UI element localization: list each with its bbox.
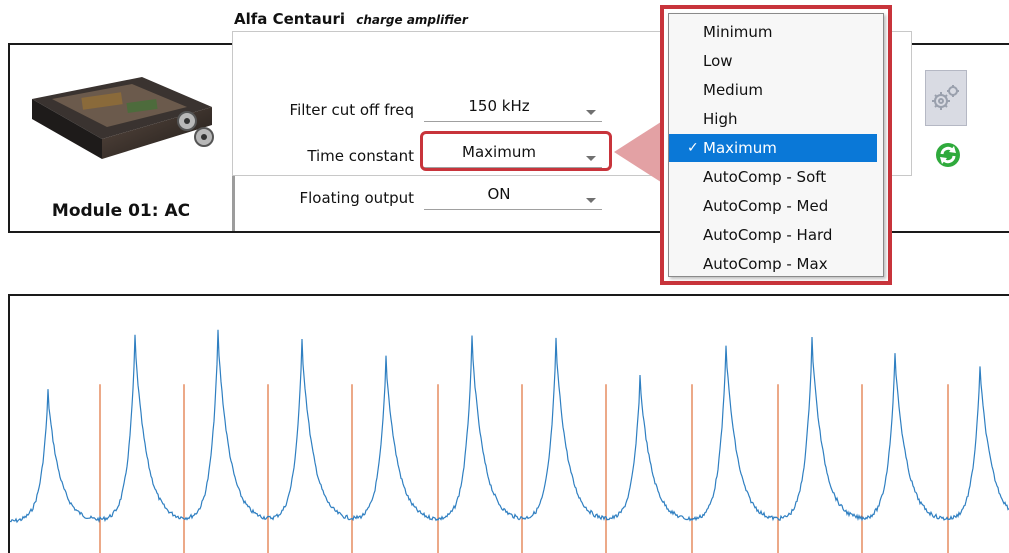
check-icon: ✓: [687, 140, 699, 156]
module-title: Module 01: AC: [51, 201, 191, 221]
dropdown-item-label: AutoComp - Max: [703, 255, 828, 273]
dropdown-item-label: Maximum: [703, 139, 777, 157]
device-area: Module 01: AC: [10, 45, 232, 231]
side-tools: [913, 70, 973, 180]
dropdown-item-maximum[interactable]: ✓ Maximum: [669, 134, 877, 162]
dropdown-item-label: AutoComp - Soft: [703, 168, 827, 186]
callout-arrow: [614, 120, 664, 184]
time-constant-dropdown: Minimum Low Medium High ✓ Maximum AutoCo…: [660, 5, 892, 285]
dropdown-item-autocomp-med[interactable]: AutoComp - Med: [669, 192, 883, 220]
filter-cutoff-value: 150 kHz: [468, 97, 530, 115]
chevron-down-icon: [586, 156, 596, 161]
floating-output-select[interactable]: ON: [424, 185, 602, 210]
box-subtitle: charge amplifier: [356, 13, 468, 27]
time-constant-value: Maximum: [462, 143, 536, 161]
refresh-icon[interactable]: [935, 142, 961, 168]
dropdown-list: Minimum Low Medium High ✓ Maximum AutoCo…: [668, 13, 884, 277]
chevron-down-icon: [586, 110, 596, 115]
floating-output-label: Floating output: [299, 189, 415, 207]
filter-cutoff-label: Filter cut off freq: [289, 101, 414, 119]
dropdown-item-autocomp-max[interactable]: AutoComp - Max: [669, 250, 883, 278]
dropdown-item-label: AutoComp - Hard: [703, 226, 833, 244]
signal-chart-panel: [8, 294, 1009, 553]
signal-chart: [10, 329, 1009, 553]
dropdown-item-label: Minimum: [703, 23, 773, 41]
dropdown-item-autocomp-hard[interactable]: AutoComp - Hard: [669, 221, 883, 249]
dropdown-item-minimum[interactable]: Minimum: [669, 18, 883, 46]
dropdown-item-high[interactable]: High: [669, 105, 883, 133]
settings-button[interactable]: [925, 70, 967, 126]
chevron-down-icon: [586, 198, 596, 203]
filter-cutoff-select[interactable]: 150 kHz: [424, 97, 602, 122]
dropdown-item-label: Medium: [703, 81, 763, 99]
device-image: [32, 77, 214, 159]
blue-signal-line: [10, 329, 1009, 524]
box-title-text: Alfa Centauri: [234, 10, 345, 28]
box-title: Alfa Centauri charge amplifier: [234, 10, 468, 28]
time-constant-select[interactable]: Maximum: [424, 143, 602, 168]
dropdown-item-medium[interactable]: Medium: [669, 76, 883, 104]
time-constant-label: Time constant: [307, 147, 414, 165]
dropdown-item-low[interactable]: Low: [669, 47, 883, 75]
gear-icon: [932, 85, 959, 110]
dropdown-item-label: AutoComp - Med: [703, 197, 829, 215]
floating-output-value: ON: [487, 185, 511, 203]
dropdown-item-label: Low: [703, 52, 733, 70]
dropdown-item-autocomp-soft[interactable]: AutoComp - Soft: [669, 163, 883, 191]
dropdown-item-label: High: [703, 110, 738, 128]
